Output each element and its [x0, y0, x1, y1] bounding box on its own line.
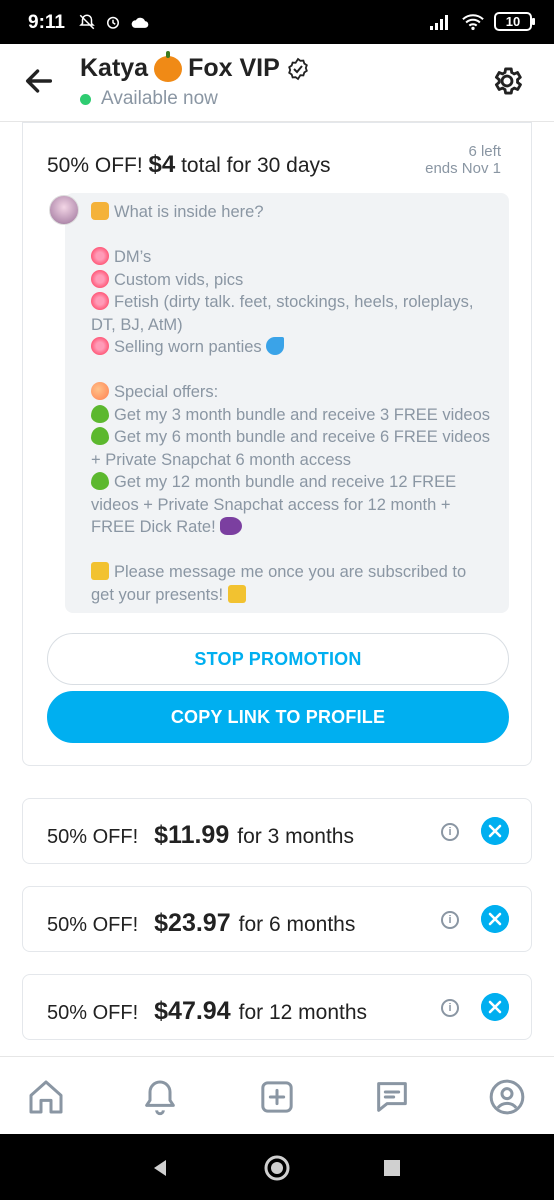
- message-line: Fetish (dirty talk. feet, stockings, hee…: [91, 291, 495, 314]
- offer-price: $47.94: [154, 997, 231, 1025]
- offer-price: $23.97: [154, 909, 231, 937]
- promotion-message-bubble: What is inside here? DM’s Custom vids, p…: [65, 193, 509, 613]
- pumpkin-emoji-icon: [154, 50, 183, 82]
- messages-icon[interactable]: [372, 1077, 412, 1117]
- offer-card: 50% OFF! $47.94 for 12 months i: [22, 974, 532, 1040]
- message-line: [91, 539, 495, 562]
- promotion-end-date: ends Nov 1: [425, 160, 501, 177]
- lollipop-emoji-icon: [91, 269, 109, 288]
- message-line: DT, BJ, AtM): [91, 315, 183, 334]
- gear-icon[interactable]: [490, 64, 524, 98]
- lollipop-emoji-icon: [91, 247, 109, 265]
- copy-link-button[interactable]: COPY LINK TO PROFILE: [47, 691, 509, 743]
- inbox-tray-emoji-icon: [227, 584, 246, 603]
- offer-card: 50% OFF! $23.97 for 6 months i: [22, 886, 532, 952]
- message-line: [91, 224, 495, 247]
- peach-emoji-icon: [91, 382, 109, 400]
- lollipop-emoji-icon: [91, 337, 109, 355]
- sweat-droplets-emoji-icon: [266, 337, 285, 355]
- signal-icon: [430, 14, 448, 30]
- alarm-icon: [107, 16, 119, 29]
- promotion-price: $4: [148, 151, 176, 178]
- offer-discount: 50% OFF!: [47, 914, 139, 936]
- system-navigation-bar: [0, 1134, 554, 1200]
- promotion-limits: 6 left ends Nov 1: [425, 143, 501, 177]
- profile-icon[interactable]: [487, 1077, 527, 1117]
- message-line: [91, 359, 495, 382]
- offer-duration: for 3 months: [237, 825, 354, 848]
- message-line: Get my 3 month bundle and receive 3 FREE…: [91, 404, 495, 427]
- notifications-icon[interactable]: [140, 1077, 180, 1117]
- back-arrow-icon[interactable]: [22, 64, 56, 98]
- profile-name-first: Katya: [80, 54, 149, 82]
- message-line: Custom vids, pics: [91, 269, 495, 292]
- online-dot-icon: [80, 93, 91, 105]
- inbox-tray-emoji-icon: [91, 562, 109, 580]
- lock-emoji-icon: [91, 202, 109, 220]
- system-home-icon[interactable]: [263, 1154, 291, 1182]
- verified-icon: [287, 57, 308, 80]
- offer-discount: 50% OFF!: [47, 826, 139, 848]
- chat-header: Katya Fox VIP Available now: [0, 44, 554, 122]
- promotion-title: 50% OFF! $4 total for 30 days: [47, 151, 331, 179]
- add-post-icon[interactable]: [257, 1077, 297, 1117]
- message-line: Selling worn panties: [91, 336, 495, 359]
- close-icon[interactable]: [481, 993, 509, 1021]
- message-line: What is inside here?: [91, 201, 495, 224]
- offer-discount: 50% OFF!: [47, 1002, 139, 1024]
- message-line: videos + Private Snapchat access for 12 …: [91, 495, 451, 514]
- offer-text: 50% OFF! $23.97 for 6 months: [47, 909, 355, 938]
- promotion-left-count: 6 left: [468, 143, 501, 160]
- stop-promotion-button[interactable]: STOP PROMOTION: [47, 633, 509, 685]
- status-bar: 9:11 10: [0, 0, 554, 44]
- info-icon[interactable]: i: [441, 911, 459, 929]
- message-line: Please message me once you are subscribe…: [91, 561, 495, 584]
- online-status-text: Available now: [101, 88, 218, 109]
- message-line: FREE Dick Rate!: [91, 516, 495, 539]
- green-heart-emoji-icon: [91, 404, 109, 423]
- profile-name[interactable]: Katya Fox VIP: [80, 50, 310, 83]
- message-line: Get my 6 month bundle and receive 6 FREE…: [91, 426, 495, 449]
- promotion-discount: 50% OFF!: [47, 154, 143, 177]
- close-icon[interactable]: [481, 817, 509, 845]
- online-status: Available now: [80, 88, 218, 110]
- home-icon[interactable]: [26, 1077, 66, 1117]
- offer-price: $11.99: [154, 821, 230, 849]
- green-heart-emoji-icon: [91, 472, 109, 490]
- message-line: get your presents!: [91, 584, 495, 607]
- profile-name-rest: Fox VIP: [188, 54, 280, 82]
- offer-text: 50% OFF! $11.99 for 3 months: [47, 821, 354, 850]
- promotion-price-suffix: total for 30 days: [181, 154, 331, 177]
- info-icon[interactable]: i: [441, 823, 459, 841]
- green-heart-emoji-icon: [91, 427, 109, 445]
- info-icon[interactable]: i: [441, 999, 459, 1017]
- system-recents-icon[interactable]: [383, 1159, 401, 1177]
- offer-duration: for 12 months: [238, 1001, 368, 1024]
- close-icon[interactable]: [481, 905, 509, 933]
- message-line: + Private Snapchat 6 month access: [91, 450, 352, 469]
- wifi-icon: [462, 13, 484, 30]
- lollipop-emoji-icon: [91, 292, 109, 310]
- promotion-card: 50% OFF! $4 total for 30 days 6 left end…: [22, 122, 532, 766]
- cloud-icon: [131, 17, 149, 28]
- message-line: Special offers:: [91, 381, 495, 404]
- avatar[interactable]: [49, 195, 79, 225]
- message-line: DM’s: [91, 246, 495, 269]
- notifications-off-icon: [79, 14, 95, 30]
- offer-text: 50% OFF! $47.94 for 12 months: [47, 997, 367, 1026]
- system-back-icon[interactable]: [150, 1158, 170, 1178]
- offer-duration: for 6 months: [238, 913, 356, 936]
- status-time: 9:11: [28, 12, 65, 33]
- eggplant-emoji-icon: [220, 517, 243, 535]
- offer-card: 50% OFF! $11.99 for 3 months i: [22, 798, 532, 864]
- bottom-navigation: [0, 1056, 554, 1134]
- message-line: Get my 12 month bundle and receive 12 FR…: [91, 471, 495, 494]
- battery-icon: 10: [494, 12, 535, 31]
